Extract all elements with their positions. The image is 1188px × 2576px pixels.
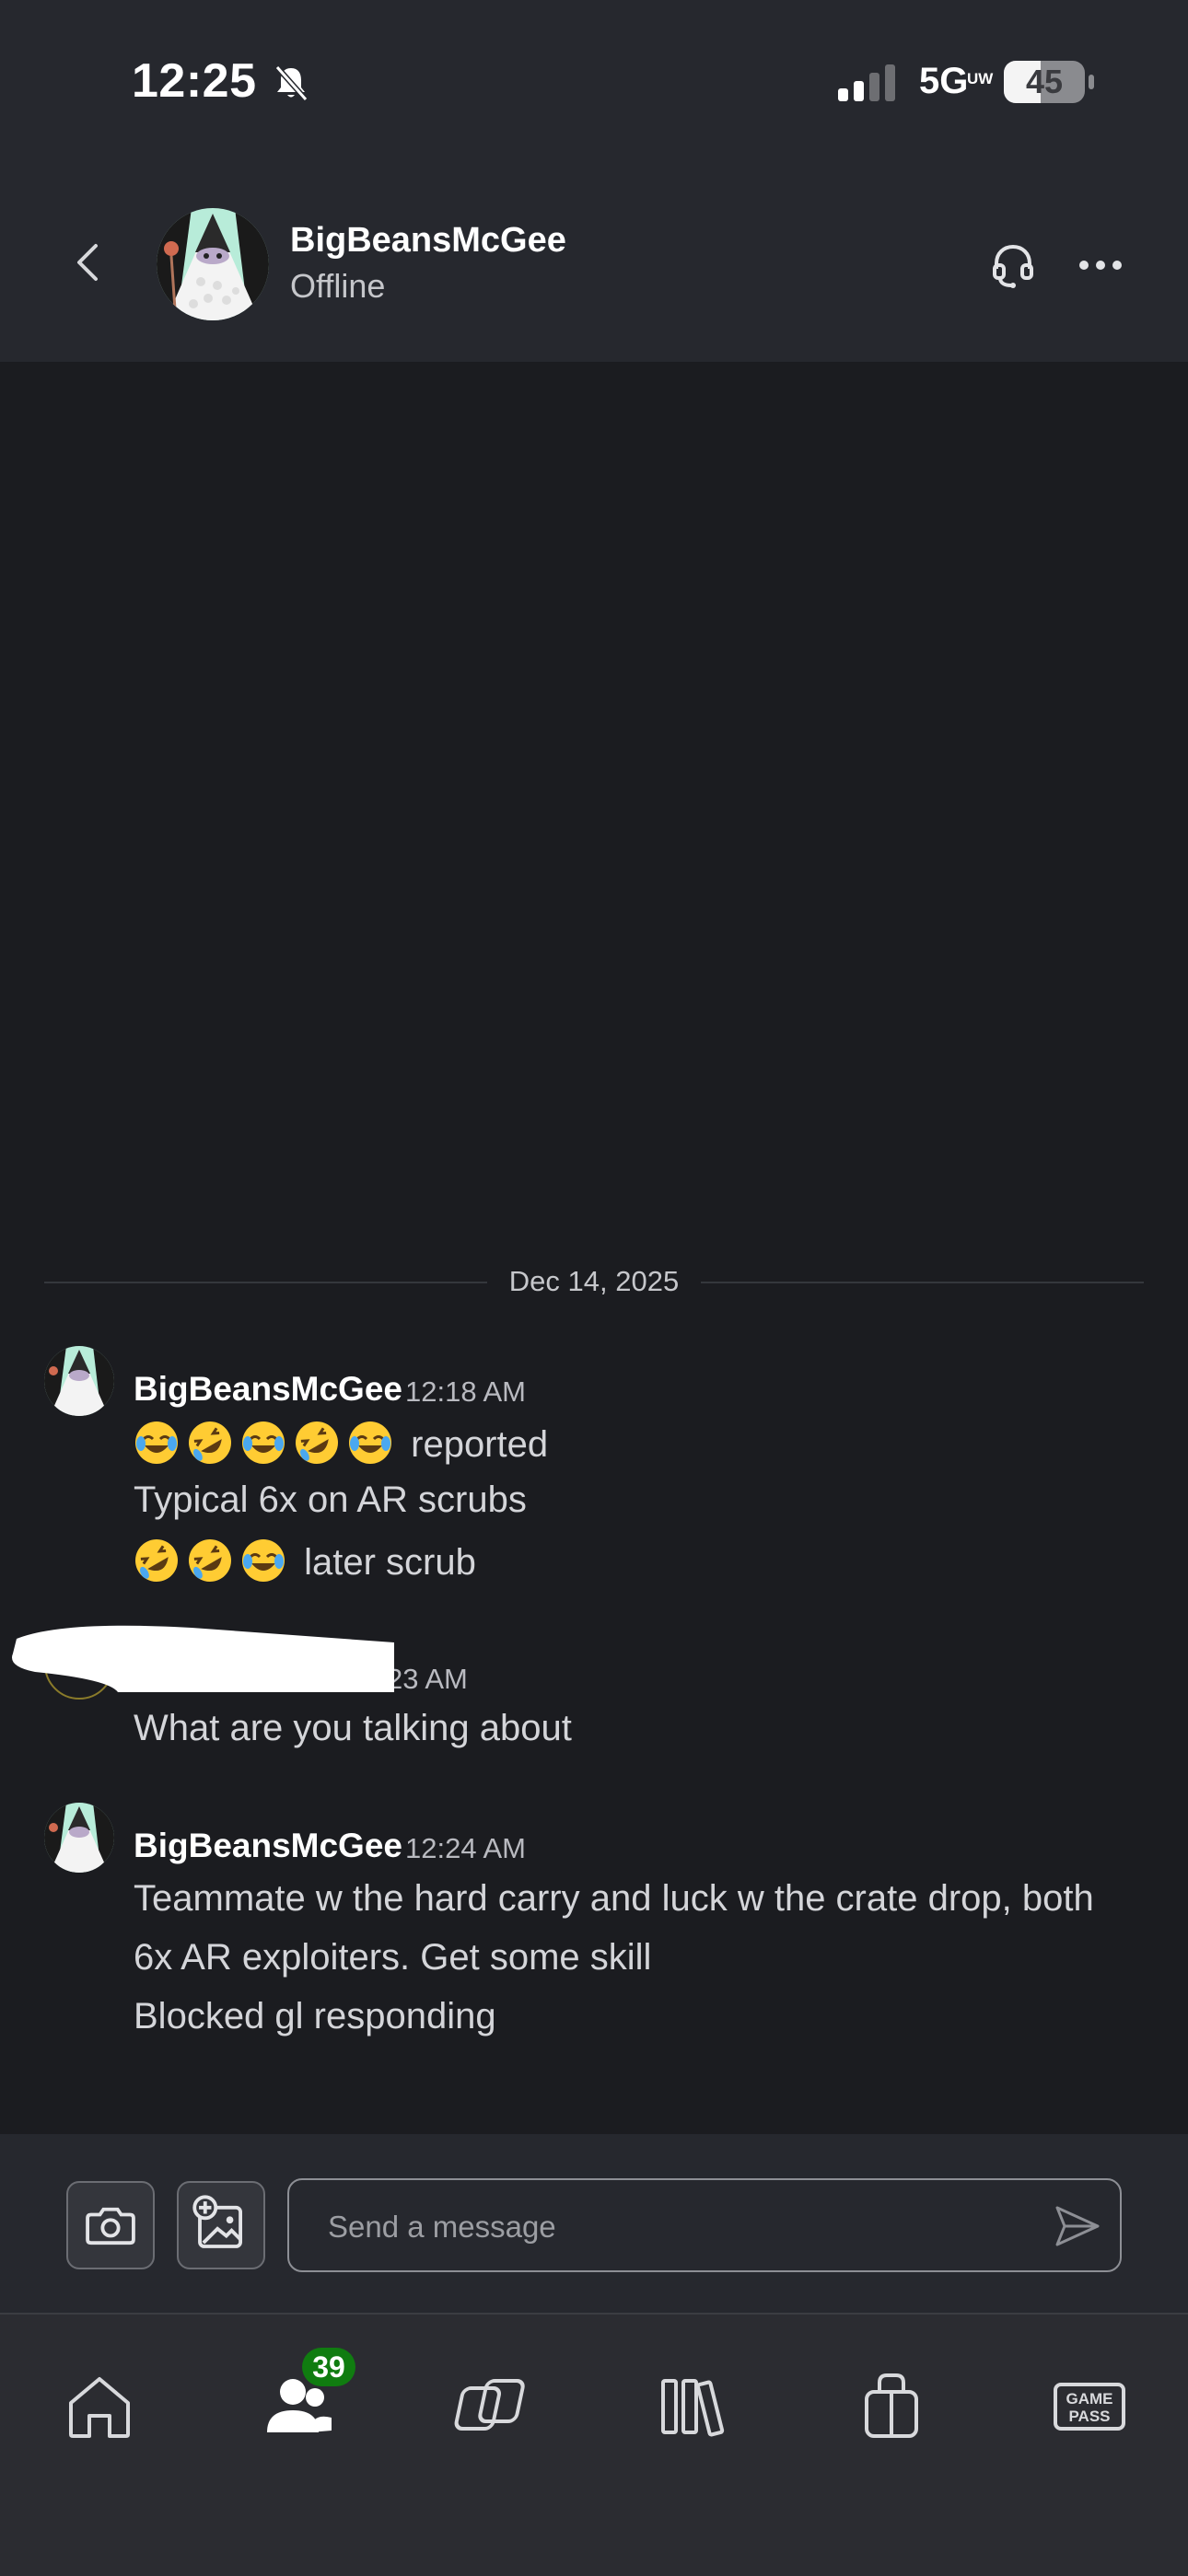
nav-home[interactable] bbox=[58, 2364, 141, 2447]
home-icon bbox=[69, 2377, 130, 2438]
add-image-button[interactable] bbox=[177, 2181, 265, 2269]
library-icon bbox=[661, 2379, 725, 2437]
status-time: 12:25 bbox=[132, 54, 257, 108]
message-text: reported bbox=[411, 1424, 549, 1465]
contact-avatar[interactable] bbox=[157, 208, 269, 320]
message-text: Typical 6x on AR scrubs bbox=[134, 1479, 527, 1520]
network-sub-label: UW bbox=[967, 70, 994, 87]
contact-name: BigBeansMcGee bbox=[290, 221, 566, 260]
joy-emoji-icon bbox=[240, 1420, 286, 1466]
message-input-box bbox=[287, 2178, 1122, 2272]
camera-button[interactable] bbox=[66, 2181, 155, 2269]
message-timestamp: 12:24 AM bbox=[405, 1832, 526, 1864]
more-options-icon[interactable] bbox=[1073, 238, 1128, 293]
camera-icon bbox=[86, 2207, 135, 2245]
rofl-emoji-icon bbox=[294, 1420, 340, 1466]
network-type-label: 5G bbox=[919, 61, 969, 101]
store-icon bbox=[865, 2373, 918, 2438]
message-sender-name: BigBeansMcGee bbox=[134, 1827, 402, 1864]
message-text: What are you talking about bbox=[134, 1708, 572, 1748]
rofl-emoji-icon bbox=[187, 1537, 233, 1584]
sender-avatar[interactable] bbox=[44, 1803, 114, 1873]
bottom-navigation bbox=[0, 2313, 1188, 2576]
cell-signal-icon bbox=[838, 64, 895, 101]
message-text: 6x AR exploiters. Get some skill bbox=[134, 1937, 652, 1978]
nav-game-pass[interactable]: GAME PASS bbox=[1048, 2364, 1131, 2447]
battery-percent: 45 bbox=[1025, 63, 1064, 100]
message-line: later scrub bbox=[134, 1537, 476, 1584]
message-line: reported bbox=[134, 1420, 548, 1466]
joy-emoji-icon bbox=[134, 1420, 180, 1466]
rofl-emoji-icon bbox=[134, 1537, 180, 1584]
headset-icon[interactable] bbox=[985, 238, 1041, 293]
message-text: Blocked gl responding bbox=[134, 1996, 496, 2036]
contact-avatar-image bbox=[157, 208, 269, 320]
message-sender-name: BigBeansMcGee bbox=[134, 1370, 402, 1408]
redaction-mark bbox=[12, 1625, 394, 1692]
add-image-icon bbox=[192, 2195, 242, 2248]
nav-cloud-gaming[interactable] bbox=[454, 2364, 537, 2447]
svg-text:GAME: GAME bbox=[1066, 2390, 1113, 2408]
battery-indicator: 45 bbox=[1004, 61, 1094, 103]
svg-text:PASS: PASS bbox=[1068, 2408, 1110, 2425]
sender-avatar[interactable] bbox=[44, 1346, 114, 1416]
joy-emoji-icon bbox=[347, 1420, 393, 1466]
sender-avatar-image bbox=[44, 1346, 114, 1416]
friends-notification-badge: 39 bbox=[302, 2348, 355, 2386]
date-label: Dec 14, 2025 bbox=[486, 1265, 702, 1297]
contact-status: Offline bbox=[290, 267, 386, 305]
message-input[interactable] bbox=[326, 2202, 974, 2252]
silent-bell-icon bbox=[274, 65, 309, 101]
send-icon[interactable] bbox=[1052, 2200, 1103, 2252]
nav-store[interactable] bbox=[850, 2364, 933, 2447]
message-text: Teammate w the hard carry and luck w the… bbox=[134, 1878, 1094, 1919]
nav-library[interactable] bbox=[652, 2364, 735, 2447]
message-timestamp: 23 AM bbox=[387, 1663, 468, 1695]
date-divider: Dec 14, 2025 bbox=[44, 1261, 1144, 1302]
rofl-emoji-icon bbox=[187, 1420, 233, 1466]
cloud-gaming-icon bbox=[454, 2379, 525, 2431]
back-chevron-icon[interactable] bbox=[64, 235, 111, 290]
joy-emoji-icon bbox=[240, 1537, 286, 1584]
message-timestamp: 12:18 AM bbox=[405, 1375, 526, 1408]
sender-avatar-image bbox=[44, 1803, 114, 1873]
message-text: later scrub bbox=[304, 1542, 476, 1583]
game-pass-icon: GAME PASS bbox=[1054, 2383, 1125, 2431]
